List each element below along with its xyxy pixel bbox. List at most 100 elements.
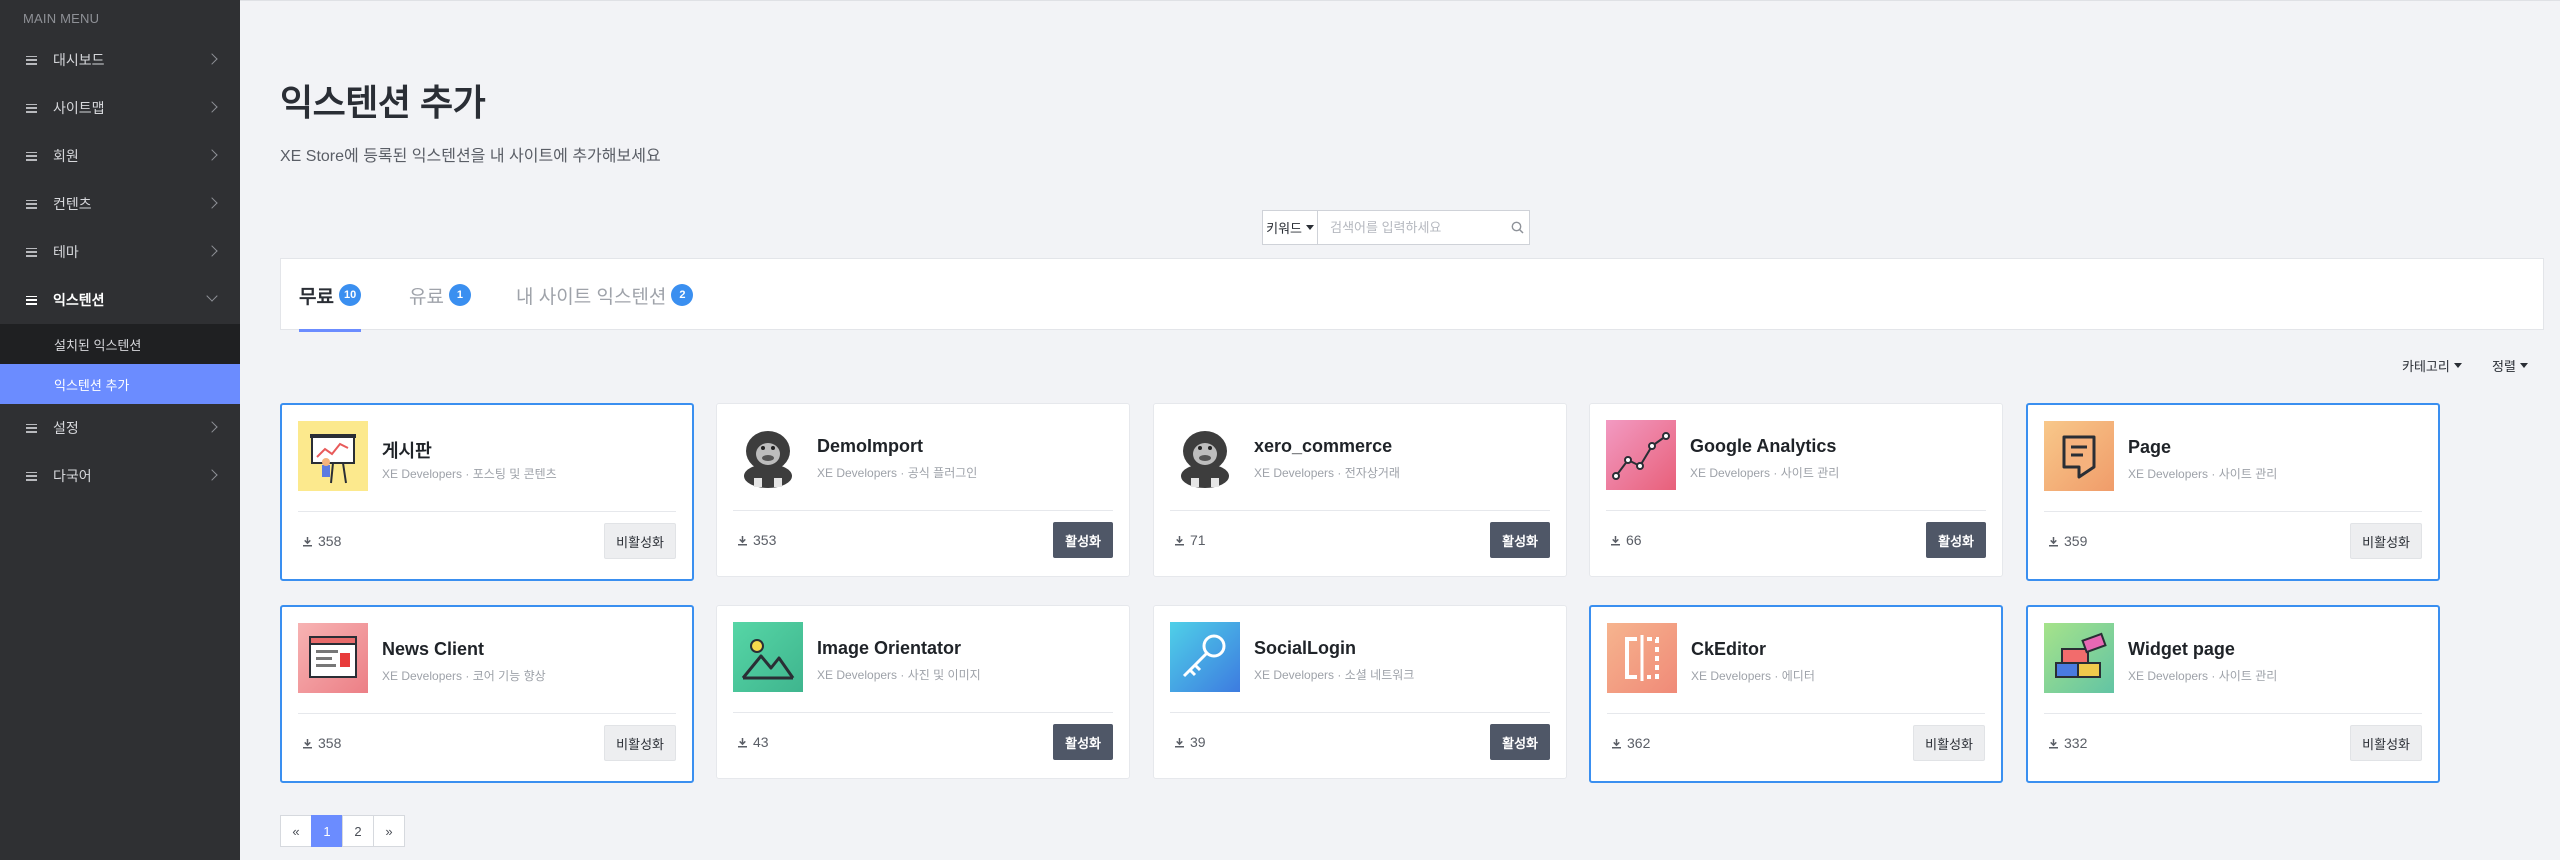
page-subtitle: XE Store에 등록된 익스텐션을 내 사이트에 추가해보세요 bbox=[280, 148, 661, 165]
chevron-right-icon bbox=[206, 53, 218, 65]
extension-author: XE Developers bbox=[382, 467, 463, 481]
pagination-page[interactable]: 1 bbox=[311, 815, 343, 847]
sidebar-item-sitemap[interactable]: 사이트맵 bbox=[0, 84, 240, 132]
chevron-right-icon bbox=[206, 149, 218, 161]
download-icon bbox=[303, 738, 312, 749]
card-divider bbox=[2044, 511, 2422, 512]
submenu-item-add-extension[interactable]: 익스텐션 추가 bbox=[0, 364, 240, 404]
deactivate-button[interactable]: 비활성화 bbox=[2350, 725, 2422, 761]
category-filter-label: 카테고리 bbox=[2402, 359, 2450, 374]
search-input[interactable] bbox=[1318, 211, 1507, 244]
tab-label: 내 사이트 익스텐션 bbox=[516, 286, 667, 308]
extension-meta: XE Developers · 사진 및 이미지 bbox=[817, 666, 981, 683]
page-title: 익스텐션 추가 bbox=[280, 82, 486, 123]
extension-author: XE Developers bbox=[2128, 467, 2209, 481]
sidebar-item-theme[interactable]: 테마 bbox=[0, 228, 240, 276]
chevron-right-icon bbox=[206, 245, 218, 257]
download-count: 66 bbox=[1610, 532, 1642, 548]
extension-name: Page bbox=[2128, 437, 2172, 457]
tab-paid[interactable]: 유료 1 bbox=[409, 259, 471, 331]
activate-button[interactable]: 활성화 bbox=[1490, 724, 1550, 760]
sidebar-title: MAIN MENU bbox=[23, 11, 100, 26]
sidebar-item-extensions[interactable]: 익스텐션 bbox=[0, 276, 240, 324]
sidebar-item-label: 컨텐츠 bbox=[53, 196, 92, 212]
extension-author: XE Developers bbox=[1690, 466, 1771, 480]
deactivate-button[interactable]: 비활성화 bbox=[604, 523, 676, 559]
lego-bricks-icon bbox=[2044, 623, 2114, 693]
meta-separator: · bbox=[2211, 669, 2216, 683]
chevron-right-icon bbox=[206, 197, 218, 209]
sidebar-item-members[interactable]: 회원 bbox=[0, 132, 240, 180]
sidebar-item-label: 다국어 bbox=[53, 468, 92, 484]
editor-brackets-icon bbox=[1607, 623, 1677, 693]
meta-separator: · bbox=[1773, 466, 1778, 480]
keyword-dropdown[interactable]: 키워드 bbox=[1263, 211, 1319, 244]
extension-name: SocialLogin bbox=[1254, 638, 1357, 658]
activate-button[interactable]: 활성화 bbox=[1490, 522, 1550, 558]
menu-icon bbox=[26, 103, 37, 113]
extension-name: News Client bbox=[382, 639, 485, 659]
deactivate-button[interactable]: 비활성화 bbox=[1913, 725, 1985, 761]
caret-down-icon bbox=[1306, 225, 1314, 230]
extension-author: XE Developers bbox=[817, 668, 898, 682]
sidebar-item-contents[interactable]: 컨텐츠 bbox=[0, 180, 240, 228]
extension-name: 게시판 bbox=[382, 441, 432, 461]
extension-meta: XE Developers · 사이트 관리 bbox=[2128, 465, 2277, 482]
activate-button[interactable]: 활성화 bbox=[1926, 522, 1986, 558]
category-filter-dropdown[interactable]: 카테고리 bbox=[2402, 356, 2462, 375]
extension-name: Widget page bbox=[2128, 639, 2235, 659]
gorilla-icon bbox=[733, 420, 803, 490]
sidebar-item-dashboard[interactable]: 대시보드 bbox=[0, 36, 240, 84]
menu-icon bbox=[26, 423, 37, 433]
deactivate-button[interactable]: 비활성화 bbox=[604, 725, 676, 761]
meta-separator: · bbox=[465, 467, 470, 481]
sort-dropdown[interactable]: 정렬 bbox=[2492, 356, 2528, 375]
tab-label: 무료 bbox=[299, 286, 334, 308]
card-divider bbox=[1170, 510, 1550, 511]
extension-card: SocialLogin XE Developers · 소셜 네트워크 39 활… bbox=[1153, 605, 1567, 779]
extension-name: DemoImport bbox=[817, 436, 924, 456]
submenu-item-installed-extensions[interactable]: 설치된 익스텐션 bbox=[0, 324, 240, 364]
page-icon bbox=[2044, 421, 2114, 491]
activate-button[interactable]: 활성화 bbox=[1053, 724, 1113, 760]
extension-name: Google Analytics bbox=[1690, 436, 1837, 456]
menu-icon bbox=[26, 151, 37, 161]
download-icon bbox=[303, 536, 312, 547]
download-count: 39 bbox=[1174, 734, 1206, 750]
extension-name: Image Orientator bbox=[817, 638, 962, 658]
download-count-value: 43 bbox=[753, 734, 769, 750]
download-count-value: 71 bbox=[1190, 532, 1206, 548]
activate-button[interactable]: 활성화 bbox=[1053, 522, 1113, 558]
meta-separator: · bbox=[1774, 669, 1779, 683]
extension-name: xero_commerce bbox=[1254, 436, 1393, 456]
extension-name: CkEditor bbox=[1691, 639, 1767, 659]
download-count: 359 bbox=[2048, 533, 2087, 549]
card-divider bbox=[733, 712, 1113, 713]
menu-icon bbox=[26, 471, 37, 481]
download-icon bbox=[2049, 536, 2058, 547]
pagination-prev[interactable]: « bbox=[280, 815, 312, 847]
sidebar: MAIN MENU 대시보드 사이트맵 회원 컨텐츠 테마 익스텐션 설치된 익… bbox=[0, 0, 240, 860]
extension-author: XE Developers bbox=[817, 466, 898, 480]
caret-down-icon bbox=[2519, 363, 2528, 368]
sidebar-item-label: 설정 bbox=[53, 420, 79, 436]
chevron-right-icon bbox=[206, 421, 218, 433]
pagination-page[interactable]: 2 bbox=[342, 815, 374, 847]
search-icon[interactable] bbox=[1506, 211, 1529, 244]
tab-my-site-extensions[interactable]: 내 사이트 익스텐션 2 bbox=[516, 259, 694, 331]
deactivate-button[interactable]: 비활성화 bbox=[2350, 523, 2422, 559]
tab-free[interactable]: 무료 10 bbox=[299, 259, 362, 332]
sidebar-item-label: 익스텐션 bbox=[53, 292, 105, 308]
extension-author: XE Developers bbox=[382, 669, 463, 683]
extension-card: Page XE Developers · 사이트 관리 359 비활성화 bbox=[2026, 403, 2440, 581]
download-count-value: 359 bbox=[2064, 533, 2088, 549]
extension-category: 사이트 관리 bbox=[2218, 669, 2278, 683]
image-mountain-icon bbox=[733, 622, 803, 692]
pagination-next[interactable]: » bbox=[373, 815, 405, 847]
extension-meta: XE Developers · 사이트 관리 bbox=[2128, 667, 2277, 684]
menu-icon bbox=[26, 55, 37, 65]
sidebar-item-settings[interactable]: 설정 bbox=[0, 404, 240, 452]
sidebar-item-languages[interactable]: 다국어 bbox=[0, 452, 240, 500]
download-count: 362 bbox=[1611, 735, 1650, 751]
card-divider bbox=[298, 713, 676, 714]
